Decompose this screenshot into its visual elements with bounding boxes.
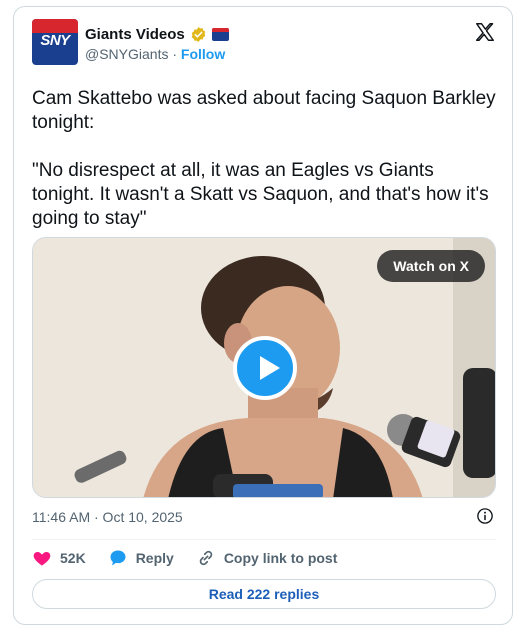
x-logo-icon[interactable]	[474, 21, 496, 43]
read-replies-button[interactable]: Read 222 replies	[32, 579, 496, 609]
like-count: 52K	[60, 550, 86, 566]
name-row: Giants Videos	[85, 24, 229, 44]
handle[interactable]: @SNYGiants	[85, 46, 168, 62]
post-timestamp[interactable]: 11:46 AM · Oct 10, 2025	[32, 509, 183, 525]
follow-button[interactable]: Follow	[181, 46, 225, 62]
like-button[interactable]: 52K	[32, 548, 86, 568]
avatar-stripe	[32, 19, 78, 33]
display-name[interactable]: Giants Videos	[85, 26, 185, 43]
watch-on-x-button[interactable]: Watch on X	[377, 250, 485, 282]
info-icon[interactable]	[476, 507, 494, 525]
link-icon	[199, 550, 213, 566]
video-player[interactable]: Watch on X	[32, 237, 496, 498]
embedded-post-card: SNY Giants Videos @SNYGiants · Follow Ca…	[13, 6, 513, 625]
tweet-text: Cam Skattebo was asked about facing Saqu…	[32, 88, 496, 229]
reply-button[interactable]: Reply	[108, 548, 174, 568]
reply-label: Reply	[135, 550, 174, 566]
heart-icon	[33, 552, 51, 566]
copy-link-label: Copy link to post	[223, 550, 338, 566]
action-bar: 52K Reply Copy link to post	[32, 547, 359, 569]
avatar-logo-text: SNY	[40, 32, 70, 49]
reply-bubble-icon	[110, 550, 126, 566]
separator: ·	[172, 46, 178, 62]
copy-link-button[interactable]: Copy link to post	[196, 548, 338, 568]
verified-badge-icon	[191, 26, 205, 42]
affiliate-logo-icon	[211, 27, 229, 41]
handle-row: @SNYGiants · Follow	[85, 46, 225, 62]
play-icon[interactable]	[233, 336, 297, 400]
divider	[32, 539, 496, 540]
avatar[interactable]: SNY	[32, 19, 78, 65]
